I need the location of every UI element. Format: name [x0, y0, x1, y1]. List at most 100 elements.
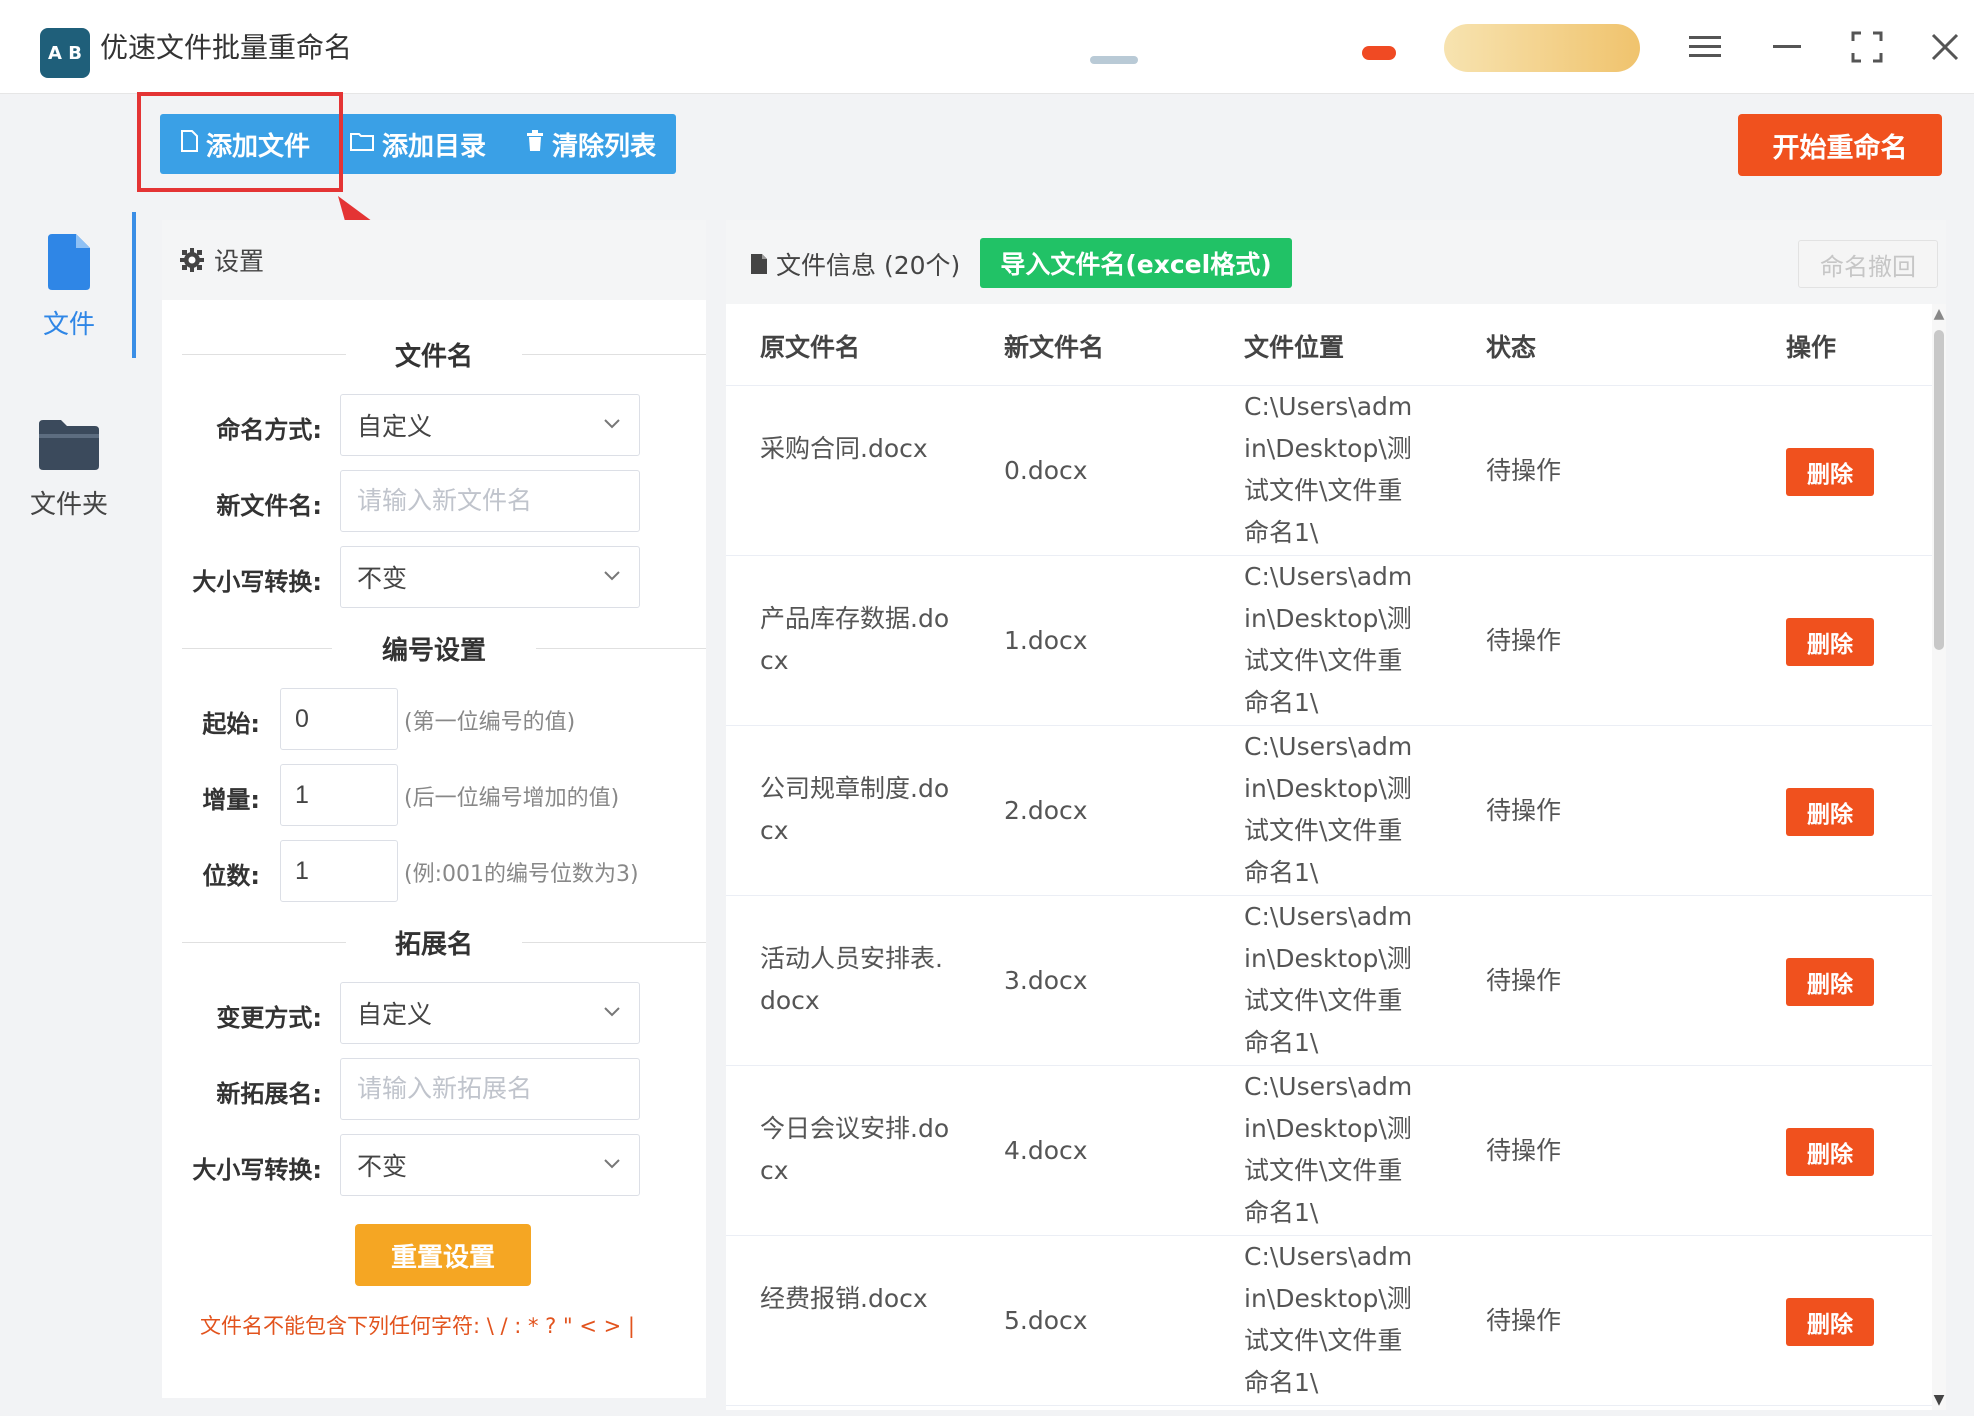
invalid-chars-warning: 文件名不能包含下列任何字符: \ / : * ? " < > |	[200, 1314, 635, 1338]
left-rail: 文件 文件夹	[0, 210, 138, 1416]
cell-location: C:\Users\admin\Desktop\测试文件\文件重命名1\	[1244, 392, 1413, 547]
numbering-section-title: 编号设置	[381, 636, 486, 666]
naming-mode-label: 命名方式:	[216, 416, 322, 444]
menu-icon[interactable]	[1680, 22, 1730, 72]
delete-button[interactable]: 删除	[1786, 958, 1874, 1006]
undo-rename-button[interactable]: 命名撤回	[1798, 240, 1938, 288]
clear-list-button[interactable]: 清除列表	[506, 114, 676, 174]
ext-mode-select[interactable]: 自定义	[340, 982, 640, 1044]
cell-location: C:\Users\admin\Desktop\测试文件\文件重命名1\	[1244, 732, 1413, 887]
cell-new-name: 2.docx	[1004, 796, 1088, 825]
start-input[interactable]	[280, 688, 398, 750]
trash-icon	[526, 130, 544, 158]
new-name-label: 新文件名:	[216, 492, 322, 520]
step-hint: (后一位编号增加的值)	[404, 786, 620, 811]
cell-new-name: 0.docx	[1004, 456, 1088, 485]
clear-list-label: 清除列表	[552, 131, 657, 162]
delete-button[interactable]: 删除	[1786, 448, 1874, 496]
settings-title: 设置	[214, 247, 265, 276]
settings-header: 设置	[162, 220, 706, 300]
naming-mode-value: 自定义	[357, 412, 433, 441]
start-rename-button[interactable]: 开始重命名	[1738, 114, 1942, 176]
digits-input[interactable]	[280, 840, 398, 902]
scroll-up-icon[interactable]: ▲	[1932, 306, 1946, 322]
cell-location: C:\Users\admin\Desktop\测试文件\文件重命名1\	[1244, 902, 1413, 1057]
cell-original-name: 采购合同.docx	[760, 434, 928, 463]
new-ext-label: 新拓展名:	[216, 1080, 322, 1108]
settings-panel: 设置 文件名 命名方式: 自定义 新文件名: 大小写转换: 不变 编号设置 起始…	[162, 220, 706, 1398]
file-icon	[48, 234, 90, 290]
rail-item-file[interactable]: 文件	[0, 234, 138, 341]
delete-button[interactable]: 删除	[1786, 1128, 1874, 1176]
folder-icon	[350, 131, 375, 157]
case-value: 不变	[357, 564, 408, 593]
table-row[interactable]: 公司规章制度.docx 2.docx C:\Users\admin\Deskto…	[726, 726, 1932, 896]
cell-status: 待操作	[1486, 966, 1562, 995]
cell-status: 待操作	[1486, 1306, 1562, 1335]
rail-file-label: 文件	[42, 310, 95, 340]
promo-decoration	[1090, 56, 1138, 64]
title-bar: A B 优速文件批量重命名	[0, 0, 1974, 94]
reset-settings-button[interactable]: 重置设置	[355, 1224, 531, 1286]
delete-button[interactable]: 删除	[1786, 618, 1874, 666]
ext-case-select[interactable]: 不变	[340, 1134, 640, 1196]
table-row[interactable]: 产品库存数据.docx 1.docx C:\Users\admin\Deskto…	[726, 556, 1932, 726]
file-info-title: 文件信息 (20个)	[750, 246, 960, 282]
gear-icon	[180, 248, 204, 272]
cell-status: 待操作	[1486, 1136, 1562, 1165]
table-row[interactable]: 活动人员安排表.docx 3.docx C:\Users\admin\Deskt…	[726, 896, 1932, 1066]
import-excel-button[interactable]: 导入文件名(excel格式)	[980, 238, 1292, 288]
app-title: 优速文件批量重命名	[100, 31, 353, 64]
file-table-body: 采购合同.docx 0.docx C:\Users\admin\Desktop\…	[726, 386, 1932, 1410]
file-panel-header: 文件信息 (20个) 导入文件名(excel格式) 命名撤回	[726, 220, 1946, 304]
minimize-icon[interactable]	[1762, 22, 1812, 72]
promo-badge	[1362, 46, 1396, 60]
ext-mode-value: 自定义	[357, 1000, 433, 1029]
cell-original-name: 活动人员安排表.docx	[760, 944, 943, 1015]
scroll-down-icon[interactable]: ▼	[1932, 1392, 1946, 1408]
vertical-scrollbar[interactable]: ▲ ▼	[1932, 304, 1946, 1410]
start-label: 起始:	[202, 710, 260, 738]
chevron-down-icon	[603, 563, 621, 588]
cell-location: C:\Users\admin\Desktop\测试文件\文件重命名1\	[1244, 1242, 1413, 1397]
cell-location: C:\Users\admin\Desktop\测试文件\文件重命名1\	[1244, 562, 1413, 717]
highlight-box	[137, 92, 343, 192]
cell-status: 待操作	[1486, 796, 1562, 825]
table-header: 原文件名 新文件名 文件位置 状态 操作	[726, 304, 1932, 386]
step-input[interactable]	[280, 764, 398, 826]
scrollbar-thumb[interactable]	[1934, 330, 1944, 650]
step-label: 增量:	[202, 786, 260, 814]
document-icon	[751, 254, 767, 274]
col-location: 文件位置	[1244, 333, 1345, 362]
col-action: 操作	[1786, 333, 1837, 362]
table-row[interactable]: 经费报销.docx 5.docx C:\Users\admin\Desktop\…	[726, 1236, 1932, 1406]
table-row[interactable]: 今日会议安排.docx 4.docx C:\Users\admin\Deskto…	[726, 1066, 1932, 1236]
close-icon[interactable]	[1920, 22, 1970, 72]
digits-hint: (例:001的编号位数为3)	[404, 862, 639, 887]
chevron-down-icon	[603, 411, 621, 436]
rail-item-folder[interactable]: 文件夹	[0, 420, 138, 521]
case-label: 大小写转换:	[192, 568, 322, 596]
add-folder-label: 添加目录	[382, 131, 487, 162]
file-panel: 文件信息 (20个) 导入文件名(excel格式) 命名撤回 原文件名 新文件名…	[726, 220, 1946, 1410]
delete-button[interactable]: 删除	[1786, 788, 1874, 836]
file-info-text: 文件信息 (20个)	[776, 251, 961, 280]
maximize-icon[interactable]	[1842, 22, 1892, 72]
case-select[interactable]: 不变	[340, 546, 640, 608]
cell-new-name: 5.docx	[1004, 1306, 1088, 1335]
digits-label: 位数:	[202, 862, 260, 890]
naming-mode-select[interactable]: 自定义	[340, 394, 640, 456]
cell-original-name: 今日会议安排.docx	[760, 1114, 950, 1185]
cell-new-name: 1.docx	[1004, 626, 1088, 655]
ext-mode-label: 变更方式:	[216, 1004, 322, 1032]
rail-folder-label: 文件夹	[29, 490, 108, 520]
table-row[interactable]: 采购合同.docx 0.docx C:\Users\admin\Desktop\…	[726, 386, 1932, 556]
rail-active-indicator	[132, 212, 136, 358]
new-ext-input[interactable]	[340, 1058, 640, 1120]
chevron-down-icon	[603, 1151, 621, 1176]
add-folder-button[interactable]: 添加目录	[330, 114, 506, 174]
ext-case-value: 不变	[357, 1152, 408, 1181]
promo-banner[interactable]	[1444, 24, 1640, 72]
delete-button[interactable]: 删除	[1786, 1298, 1874, 1346]
new-name-input[interactable]	[340, 470, 640, 532]
